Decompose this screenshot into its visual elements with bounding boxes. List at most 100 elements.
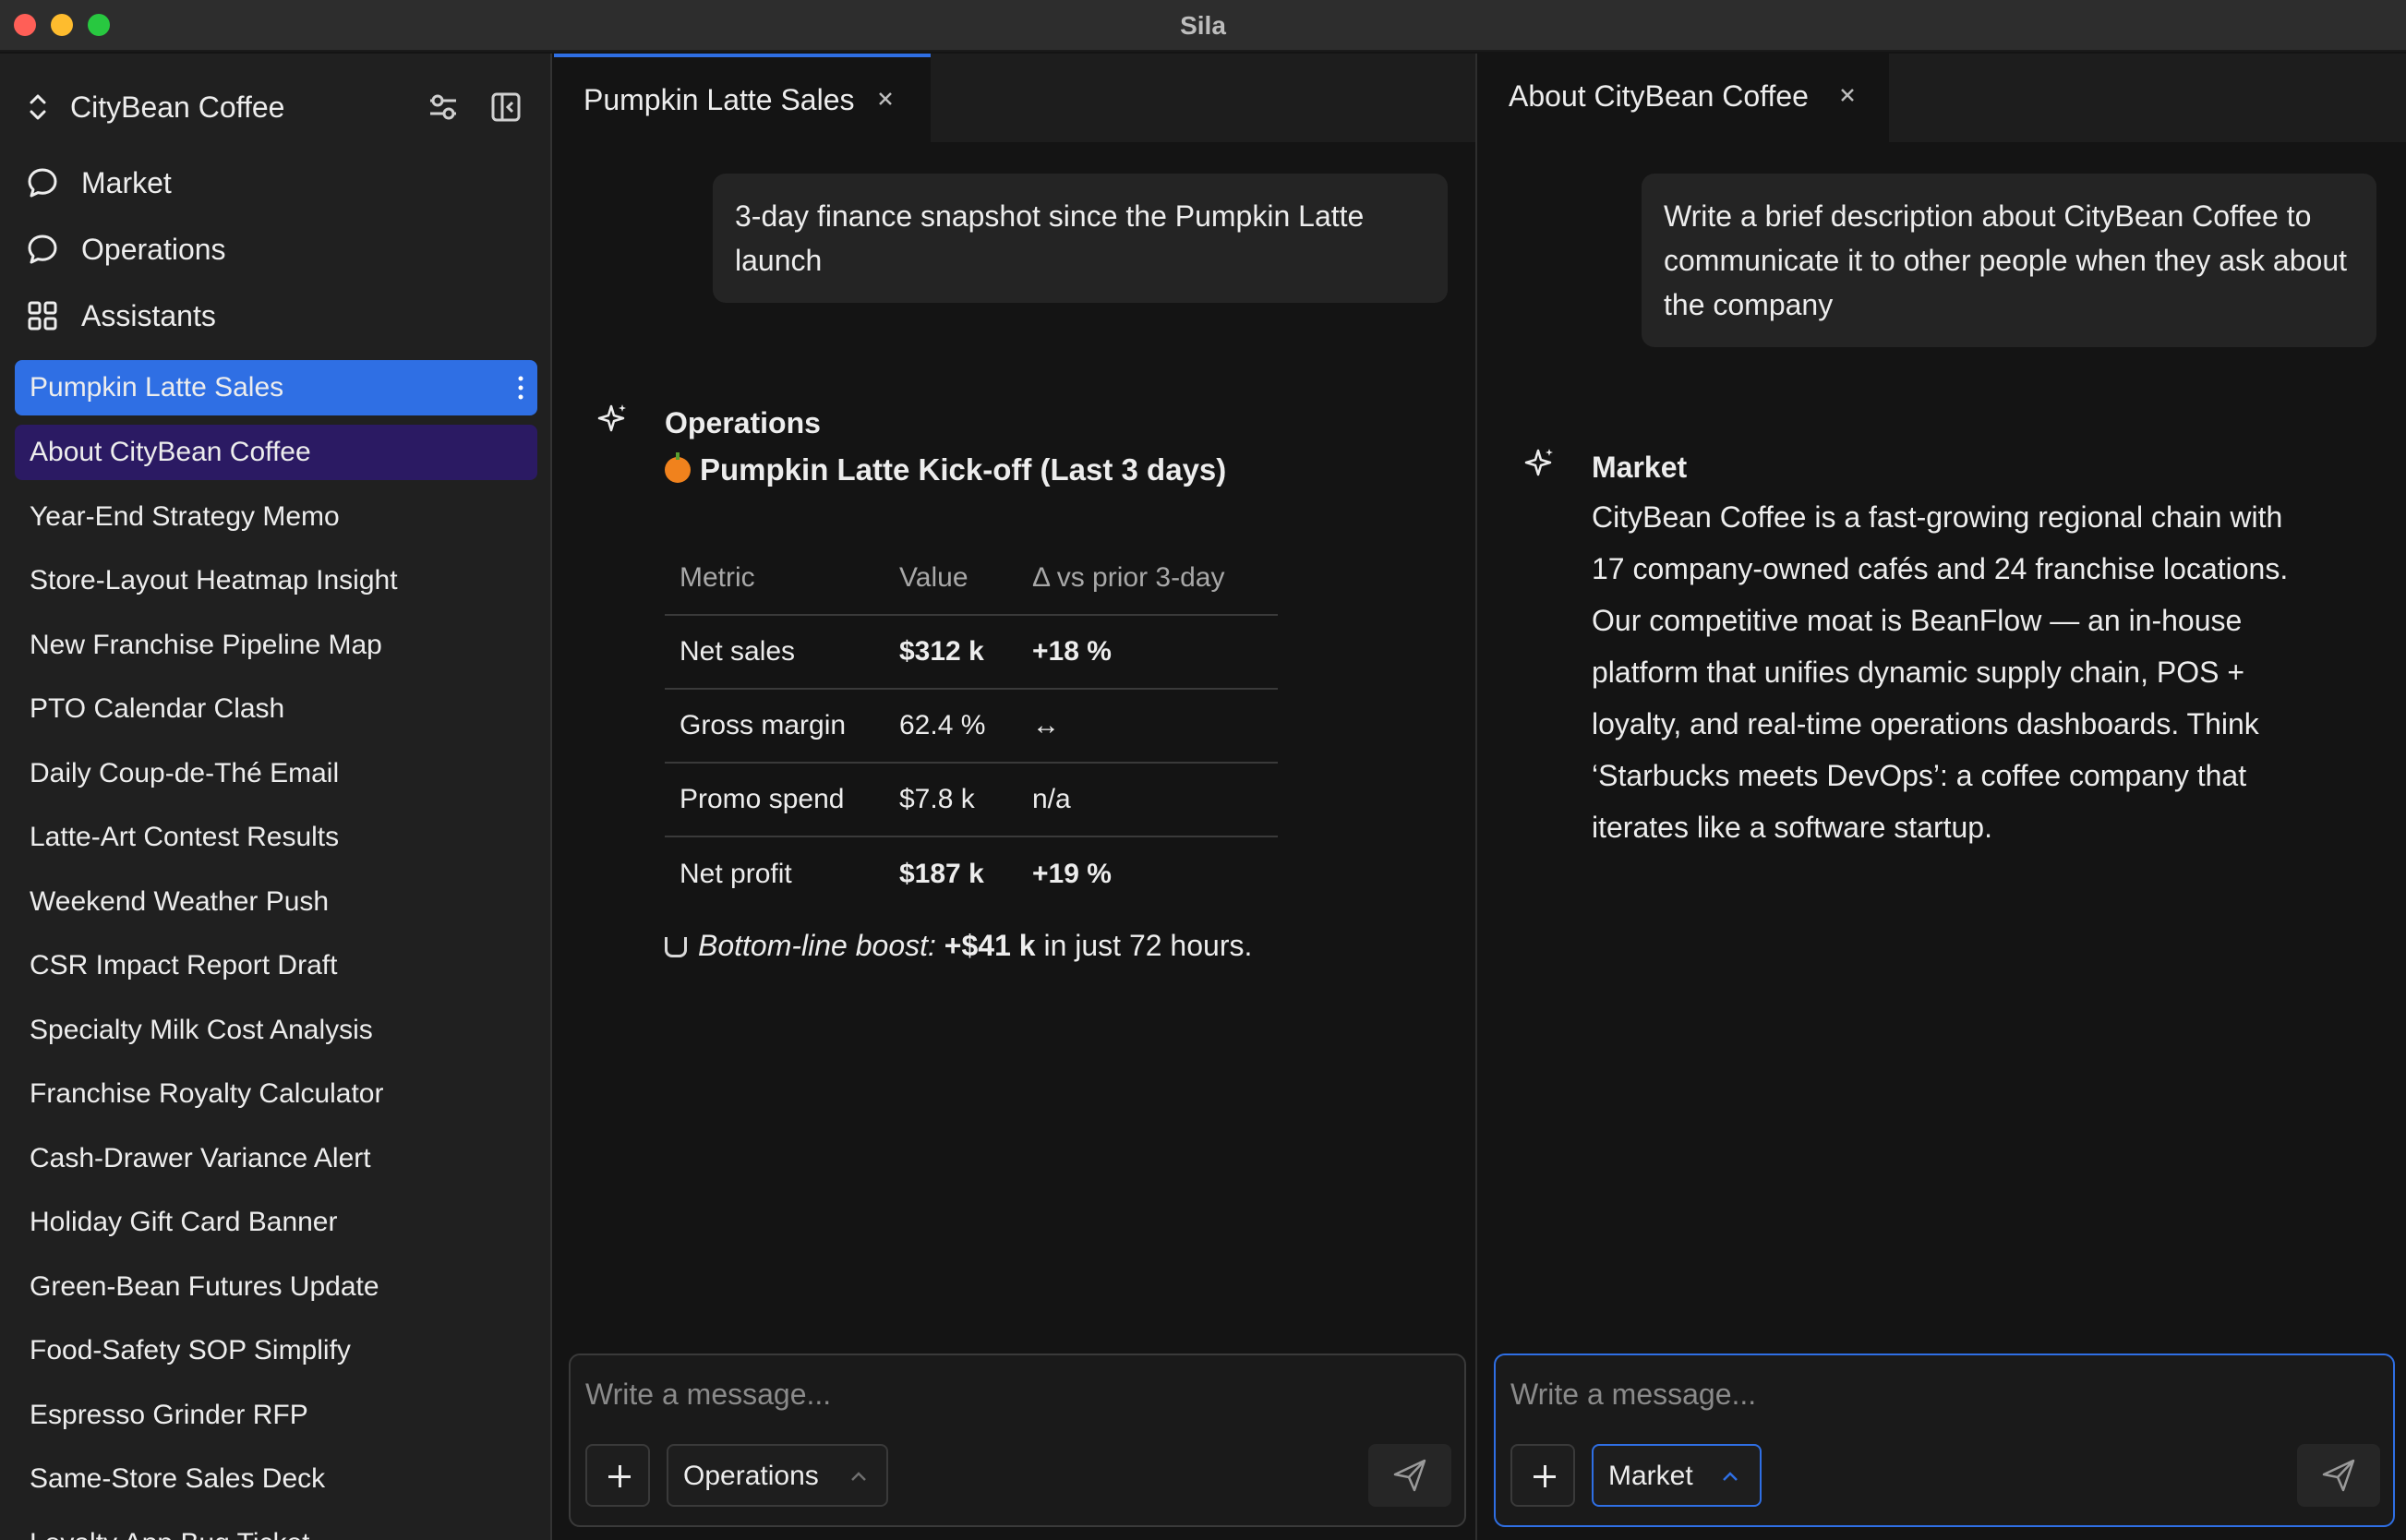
nav-item-market[interactable]: Market [26,155,543,211]
conversation-label: Franchise Royalty Calculator [30,1078,384,1109]
title-bar: Sila [0,0,2406,52]
table-row: Net profit $187 k +19 % [665,836,1278,910]
conversation-item[interactable]: Espresso Grinder RFP [15,1388,537,1443]
table-cell: Net profit [680,858,792,889]
conversation-label: Holiday Gift Card Banner [30,1207,338,1237]
conversation-label: About CityBean Coffee [30,437,311,467]
message-input[interactable] [1510,1372,2341,1416]
sparkle-icon [1524,449,1553,476]
tab-pumpkin-latte-sales[interactable]: Pumpkin Latte Sales [554,54,931,142]
conversation-item[interactable]: Green-Bean Futures Update [15,1259,537,1315]
conversation-label: Loyalty App Bug Ticket [30,1528,310,1540]
conversation-label: Pumpkin Latte Sales [30,372,284,403]
conversation-item[interactable]: Weekend Weather Push [15,874,537,930]
chat-bubble-icon [28,168,57,198]
nav-item-assistants[interactable]: Assistants [26,288,543,343]
workspace-switcher[interactable]: CityBean Coffee [0,81,550,133]
user-message: Write a brief description about CityBean… [1642,174,2376,347]
sidebar: CityBean Coffee Market Operations Assist… [0,54,552,1540]
send-icon [2322,1459,2355,1492]
table-cell: ↔ [1017,689,1278,764]
conversation-item[interactable]: Cash-Drawer Variance Alert [15,1131,537,1186]
column-header: Δ vs prior 3-day [1017,541,1278,616]
conversation-label: Espresso Grinder RFP [30,1400,308,1430]
conversation-item[interactable]: New Franchise Pipeline Map [15,618,537,673]
conversation-item[interactable]: Food-Safety SOP Simplify [15,1323,537,1378]
conversation-item-active[interactable]: Pumpkin Latte Sales [15,360,537,415]
conversation-item[interactable]: Specialty Milk Cost Analysis [15,1003,537,1058]
table-cell: +18 % [1017,615,1278,690]
coffee-cup-icon [665,937,687,957]
nav-item-operations[interactable]: Operations [26,222,543,277]
close-icon[interactable] [875,89,896,109]
settings-sliders-icon[interactable] [427,90,460,124]
message-composer: Market [1494,1354,2395,1527]
assistant-selector-label: Operations [683,1461,819,1491]
add-attachment-button[interactable] [585,1444,650,1507]
conversation-item[interactable]: Latte-Art Contest Results [15,810,537,865]
assistant-selector-label: Market [1608,1461,1693,1491]
send-icon [1393,1459,1426,1492]
column-header: Metric [665,541,884,616]
table-cell: +19 % [1032,858,1112,889]
conversation-label: Store-Layout Heatmap Insight [30,565,398,596]
conversation-label: CSR Impact Report Draft [30,950,338,981]
chat-pane-about-citybean: About CityBean Coffee Write a brief desc… [1479,54,2406,1540]
conversation-label: PTO Calendar Clash [30,693,285,724]
conversation-label: New Franchise Pipeline Map [30,630,382,660]
conversation-item[interactable]: Holiday Gift Card Banner [15,1195,537,1250]
assistant-selector[interactable]: Operations [667,1444,888,1507]
message-composer: Operations [569,1354,1466,1527]
collapse-sidebar-icon[interactable] [489,90,523,124]
conversation-label: Green-Bean Futures Update [30,1271,379,1302]
add-attachment-button[interactable] [1510,1444,1575,1507]
assistant-name: Market [1592,451,1688,484]
sparkle-icon [597,404,626,432]
nav-item-label: Operations [81,233,226,266]
chevron-up-icon [851,1472,866,1481]
chevron-updown-icon [30,94,46,120]
table-header-row: Metric Value Δ vs prior 3-day [665,541,1278,616]
conversation-label: Weekend Weather Push [30,886,330,917]
conversation-item[interactable]: Same-Store Sales Deck [15,1451,537,1507]
send-button[interactable] [1368,1444,1451,1507]
tab-strip: About CityBean Coffee [1479,54,2406,142]
tab-strip: Pumpkin Latte Sales [554,54,1475,142]
message-heading-text: Pumpkin Latte Kick-off (Last 3 days) [700,452,1227,487]
conversation-label: Cash-Drawer Variance Alert [30,1143,371,1173]
nav-item-label: Market [81,166,172,199]
conversation-item[interactable]: Franchise Royalty Calculator [15,1066,537,1122]
user-message: 3-day finance snapshot since the Pumpkin… [713,174,1448,303]
close-icon[interactable] [1837,85,1858,105]
conversation-item[interactable]: PTO Calendar Clash [15,681,537,737]
conversation-item[interactable]: Store-Layout Heatmap Insight [15,553,537,608]
summary-value: +$41 k [944,929,1036,962]
assistant-selector[interactable]: Market [1592,1444,1762,1507]
conversation-item[interactable]: Year-End Strategy Memo [15,489,537,545]
message-input[interactable] [585,1372,1416,1416]
table-row: Promo spend $7.8 k n/a [665,763,1278,837]
conversation-label: Same-Store Sales Deck [30,1463,326,1494]
grid-icon [28,301,57,331]
conversation-item[interactable]: Loyalty App Bug Ticket [15,1516,537,1540]
more-options-icon[interactable] [517,373,524,403]
table-cell: Promo spend [665,763,884,837]
table-cell: n/a [1017,763,1278,837]
table-row: Net sales $312 k +18 % [665,615,1278,690]
chat-bubble-icon [28,235,57,264]
conversation-label: Food-Safety SOP Simplify [30,1335,351,1366]
table-cell: 62.4 % [884,689,1017,764]
metrics-table: Metric Value Δ vs prior 3-day Net sales … [665,541,1278,910]
table-cell: Gross margin [665,689,884,764]
conversation-label: Year-End Strategy Memo [30,501,340,532]
window-title: Sila [1180,11,1226,40]
column-header: Value [884,541,1017,616]
conversation-item[interactable]: CSR Impact Report Draft [15,938,537,993]
conversation-label: Latte-Art Contest Results [30,822,340,852]
summary-rest: in just 72 hours. [1035,929,1253,962]
tab-about-citybean-coffee[interactable]: About CityBean Coffee [1479,54,1889,142]
conversation-item[interactable]: About CityBean Coffee [15,425,537,480]
send-button[interactable] [2297,1444,2380,1507]
conversation-item[interactable]: Daily Coup-de-Thé Email [15,746,537,801]
tab-label: Pumpkin Latte Sales [583,83,855,116]
